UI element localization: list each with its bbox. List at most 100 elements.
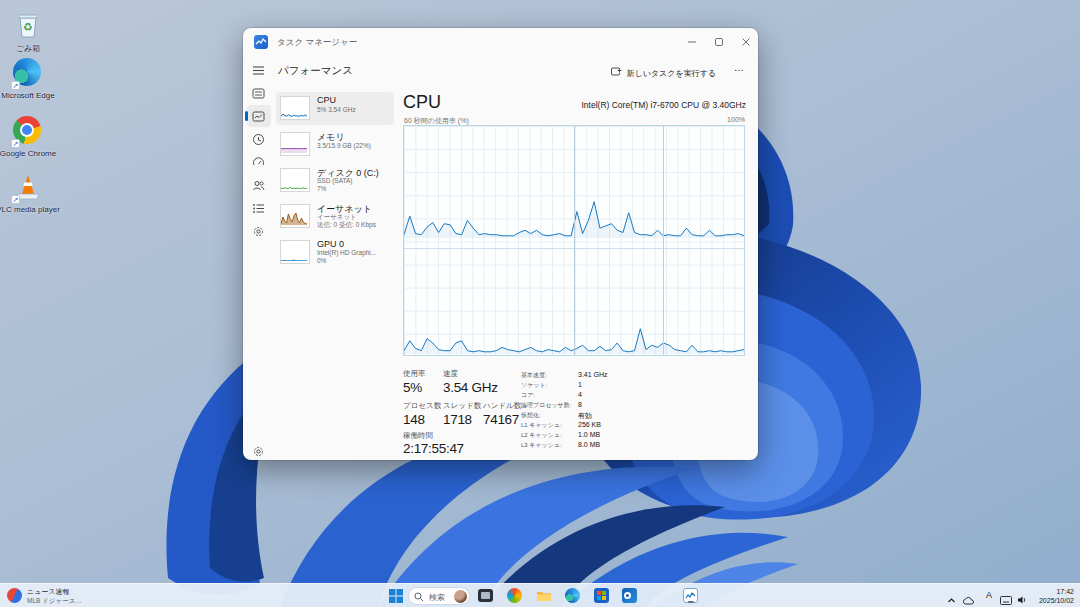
navigation-rail <box>243 56 273 460</box>
detail-value: 256 KB <box>578 421 601 428</box>
copilot-icon[interactable] <box>507 588 523 604</box>
stat-label: スレッド数 <box>443 401 481 411</box>
cpu-detail-pane: CPU Intel(R) Core(TM) i7-6700 CPU @ 3.40… <box>401 88 748 458</box>
panel-item-sub: Intel(R) HD Graphi... <box>317 249 376 256</box>
search-placeholder: 検索 <box>429 592 445 603</box>
cpu-chip-name: Intel(R) Core(TM) i7-6700 CPU @ 3.40GHz <box>581 100 746 110</box>
panel-item-sub: 0% <box>317 257 326 264</box>
detail-value: 1 <box>578 381 582 388</box>
memory-thumbnail-graph <box>280 132 310 156</box>
panel-item-gpu[interactable]: GPU 0 Intel(R) HD Graphi... 0% <box>276 236 394 269</box>
desktop-icon-recycle-bin[interactable]: ♻ ごみ箱 <box>0 10 66 54</box>
stat-label: 使用率 <box>403 369 426 379</box>
chrome-icon: ↗ <box>13 116 43 146</box>
detail-value: 3.41 GHz <box>578 371 608 378</box>
users-icon[interactable] <box>252 178 265 191</box>
stat-label: 速度 <box>443 369 458 379</box>
detail-label: 基本速度: <box>521 371 547 380</box>
widget-subline: MLB ドジャース… <box>27 597 82 606</box>
microsoft-store-icon[interactable] <box>594 588 610 604</box>
graph-scanline <box>663 126 664 355</box>
desktop: ♻ ごみ箱 ↗ Microsoft Edge ↗ Google Chrome ↗… <box>0 0 1080 607</box>
run-new-task-label: 新しいタスクを実行する <box>627 69 717 78</box>
stat-value: 148 <box>403 412 425 427</box>
minimize-button[interactable] <box>680 28 704 56</box>
desktop-icon-label: VLC media player <box>0 205 66 214</box>
desktop-icon-label: Microsoft Edge <box>0 91 66 100</box>
performance-panel: CPU 5% 3.54 GHz メモリ 3.5/15.9 GB (22%) ディ… <box>276 92 394 272</box>
desktop-icon-vlc[interactable]: ↗ VLC media player <box>0 172 66 214</box>
file-explorer-icon[interactable] <box>536 588 552 604</box>
stat-value: 5% <box>403 380 422 395</box>
panel-item-name: CPU <box>317 95 336 105</box>
volume-icon[interactable] <box>1017 591 1028 607</box>
stat-label: ハンドル数 <box>483 401 521 411</box>
tray-chevron-icon[interactable] <box>947 591 956 607</box>
startup-apps-icon[interactable] <box>252 155 265 168</box>
taskbar-clock[interactable]: 17:42 2025/10/02 <box>1039 587 1074 605</box>
desktop-icon-label: Google Chrome <box>0 149 66 158</box>
rail-accent-bar <box>245 111 248 121</box>
stat-value: 1718 <box>443 412 472 427</box>
graph-scanline <box>574 126 575 355</box>
detail-value: 有効 <box>578 411 592 421</box>
shortcut-arrow-icon: ↗ <box>11 195 20 204</box>
onedrive-icon[interactable] <box>962 591 974 607</box>
edge-taskbar-icon[interactable] <box>565 588 581 604</box>
more-options-button[interactable]: ... <box>734 62 744 73</box>
detail-label: 論理プロセッサ数: <box>521 401 571 410</box>
cpu-section-title: CPU <box>403 92 441 113</box>
desktop-icon-edge[interactable]: ↗ Microsoft Edge <box>0 58 66 100</box>
services-icon[interactable] <box>252 224 265 237</box>
search-icon <box>414 592 424 602</box>
clock-time: 17:42 <box>1039 587 1074 596</box>
gpu-thumbnail-graph <box>280 240 310 264</box>
panel-item-memory[interactable]: メモリ 3.5/15.9 GB (22%) <box>276 128 394 161</box>
taskbar: ニュース速報 MLB ドジャース… 検索 <box>0 583 1080 607</box>
window-title: タスク マネージャー <box>277 37 357 49</box>
ime-indicator[interactable]: A <box>986 590 992 600</box>
widget-headline: ニュース速報 <box>27 587 70 597</box>
panel-item-ethernet[interactable]: イーサネット イーサネット 送信: 0 受信: 0 Kbps <box>276 200 394 233</box>
panel-item-sub: 7% <box>317 185 326 192</box>
panel-item-sub: 3.5/15.9 GB (22%) <box>317 142 371 149</box>
task-manager-taskbar-icon[interactable] <box>683 588 699 604</box>
touch-keyboard-icon[interactable] <box>1000 591 1012 607</box>
panel-item-cpu[interactable]: CPU 5% 3.54 GHz <box>276 92 394 125</box>
stat-label: 稼働時間 <box>403 431 433 441</box>
cpu-usage-graph[interactable] <box>403 125 745 356</box>
detail-label: L3 キャッシュ: <box>521 441 562 450</box>
app-history-icon[interactable] <box>252 132 265 145</box>
task-view-button[interactable] <box>478 588 494 604</box>
settings-icon[interactable] <box>252 444 265 457</box>
panel-item-sub: 送信: 0 受信: 0 Kbps <box>317 221 376 230</box>
detail-label: 仮想化: <box>521 411 541 420</box>
clock-date: 2025/10/02 <box>1039 596 1074 605</box>
stat-value: 3.54 GHz <box>443 380 498 395</box>
detail-label: コア: <box>521 391 535 400</box>
panel-item-sub: SSD (SATA) <box>317 177 353 184</box>
performance-icon[interactable] <box>252 109 265 122</box>
recycle-bin-icon: ♻ <box>13 10 43 40</box>
search-box[interactable]: 検索 <box>408 587 470 605</box>
close-button[interactable] <box>734 28 758 56</box>
detail-label: L1 キャッシュ: <box>521 421 562 430</box>
run-new-task-button[interactable]: 新しいタスクを実行する <box>609 64 721 80</box>
graph-max-label: 100% <box>727 116 745 123</box>
vlc-icon: ↗ <box>13 172 43 202</box>
desktop-icon-chrome[interactable]: ↗ Google Chrome <box>0 116 66 158</box>
panel-item-disk[interactable]: ディスク 0 (C:) SSD (SATA) 7% <box>276 164 394 197</box>
run-new-task-icon <box>611 66 622 79</box>
detail-value: 8 <box>578 401 582 408</box>
processes-icon[interactable] <box>252 86 265 99</box>
shortcut-arrow-icon: ↗ <box>11 139 20 148</box>
hamburger-menu-icon[interactable] <box>252 63 265 76</box>
outlook-icon[interactable] <box>622 588 638 604</box>
details-icon[interactable] <box>252 201 265 214</box>
maximize-button[interactable] <box>707 28 731 56</box>
stat-value: 2:17:55:47 <box>403 441 464 456</box>
disk-thumbnail-graph <box>280 168 310 192</box>
page-title: パフォーマンス <box>278 64 353 78</box>
window-titlebar[interactable]: タスク マネージャー <box>243 28 758 56</box>
start-button[interactable] <box>388 588 404 604</box>
